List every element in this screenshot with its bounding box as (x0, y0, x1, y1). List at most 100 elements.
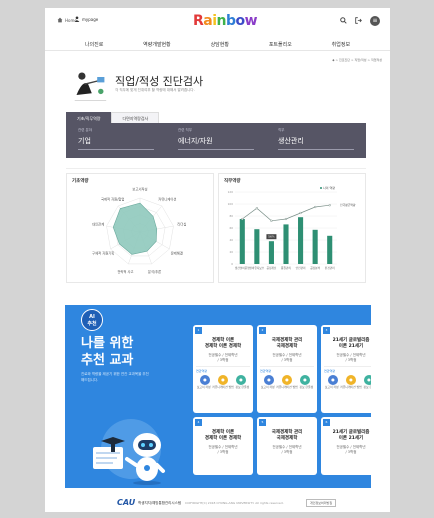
footer-logo: CAU (117, 498, 136, 507)
average-point (328, 204, 331, 207)
competency-label: 커뮤니케이션 방법 (340, 385, 362, 389)
search-icon[interactable] (340, 16, 347, 26)
logo-letter: b (226, 13, 236, 29)
nav-item[interactable]: 역량개발현황 (143, 39, 171, 50)
x-tick-label: 품질관리 (281, 266, 291, 270)
radar-axis-label: 리더십 (177, 222, 186, 227)
course-card[interactable]: 3 21세기 글로벌리즘 이론 21세기 전공필수 / 전제학년 / 3학점 연관역량… (321, 325, 371, 413)
nav-item[interactable]: 상담현황 (211, 39, 229, 50)
person-illustration (74, 72, 107, 101)
bar (239, 219, 245, 264)
field-value: 에너지/자원 (178, 136, 254, 150)
course-card[interactable]: 6 21세기 글로벌리즘 이론 21세기 전공필수 / 전제학년 / 3학점 (321, 417, 371, 475)
card-subtitle: 전공필수 / 전제학년 / 3학점 (272, 445, 302, 454)
banner-title: 나를 위한 추천 교과 (81, 335, 133, 369)
x-tick-label: 공정개선 (266, 266, 276, 270)
card-related-label: 연관역량 (260, 366, 314, 373)
field-job[interactable]: 직무 생산관리 (266, 126, 366, 150)
card-subtitle: 전공필수 / 전제학년 / 3학점 (208, 353, 238, 362)
nav-item[interactable]: 포트폴리오 (269, 39, 292, 50)
course-card[interactable]: 5 국제경제학 관리 국제경제학 전공필수 / 전제학년 / 3학점 (257, 417, 317, 475)
card-related-label: 연관역량 (324, 366, 371, 373)
average-point (299, 211, 302, 215)
logo-letter: R (193, 13, 204, 29)
tab-multi-competency[interactable]: 다면지역량검사 (111, 112, 160, 123)
y-tick-label: 0 (231, 262, 233, 266)
logo-letter: o (235, 13, 246, 29)
page-subtitle: 각 직무에 맞게 진취여부 할 역량에 대해서 알려줍니다. (115, 88, 195, 92)
competency-icon: ● (300, 375, 310, 385)
page-title: 직업/적성 진단검사 (115, 75, 204, 88)
radar-axis-label: 보고서작성 (132, 187, 147, 192)
ai-badge-line1: AI (89, 314, 95, 320)
competency-icon: ● (200, 375, 210, 385)
menu-icon[interactable]: ≡ (370, 16, 380, 26)
tab-bar: 기초/직무역량 다면지역량검사 (66, 112, 160, 123)
mypage-label: mypage (82, 16, 99, 22)
page-frame: Home mypage Rainbow ≡ 나의진로 역량개발현황 상담현황 포… (45, 8, 390, 512)
footer: CAU 학생지지/예방통합관리시스템 COPYRIGHT(C) 2018 CHU… (45, 494, 390, 512)
home-icon (57, 17, 63, 23)
y-tick-label: 120 (228, 190, 234, 194)
field-label: 직무 (278, 128, 285, 132)
course-card[interactable]: 1 경제학 이론 경제학 이론 경제학 전공필수 / 전제학년 / 3학점 연관역량 ●… (193, 325, 253, 413)
radar-axis-label: 분석/추론 (148, 269, 161, 274)
radar-axis-label: 커뮤니케이션 (158, 196, 176, 201)
card-number: 6 (323, 419, 330, 426)
card-title: 국제경제학 관리 국제경제학 (271, 430, 303, 441)
ai-badge-line2: 추천 (87, 321, 97, 327)
bar-chart-box: 직무역량 0 20 40 60 80 100 120 생산설비운영 설비유지보수 공정개선 품질관리… (218, 173, 366, 283)
competency-icon: ● (282, 375, 292, 385)
filter-fields: 관련 분야 기업 관련 직무 에너지/자원 직무 생산관리 (66, 126, 366, 150)
bar (298, 217, 304, 264)
radar-chart: 보고서작성커뮤니케이션리더십문제해결분석/추론 전략적 사고 구체적 자원기획 대인관… (92, 187, 186, 274)
competency-label: 정보 한줄성 (235, 385, 250, 389)
tab-basic-competency[interactable]: 기초/직무역량 (66, 112, 112, 123)
footer-copyright: COPYRIGHT(C) 2018 CHUNG-ANG UNIVERSITY. … (185, 501, 284, 505)
card-subtitle: 전공필수 / 전제학년 / 3학점 (336, 353, 366, 362)
bar (268, 241, 274, 264)
y-tick-label: 80 (229, 214, 233, 218)
charts-area: 기초역량 보고서작성 커뮤니케이션 리더십 문제해결 분석/추론 전략적 사고 구체적 자원… (66, 168, 366, 286)
x-tick-label: 설비유지보수 (249, 266, 264, 270)
logout-icon[interactable] (355, 16, 362, 26)
average-point (255, 207, 259, 210)
footer-system-name: 학생지지/예방통합관리시스템 (138, 501, 182, 505)
rainbow-logo[interactable]: Rainbow (193, 13, 258, 29)
competency-label: 보고서 작성 (260, 385, 275, 389)
user-icon (74, 16, 80, 22)
x-tick-label: 생산설비운영 (235, 266, 250, 270)
field-job-group[interactable]: 관련 직무 에너지/자원 (166, 126, 266, 150)
competency-icon: ● (218, 375, 228, 385)
breadcrumb: ◆ > 진로진단 > 직업/적성 > 직업적성 (332, 58, 382, 62)
banner-title-line1: 나를 위한 (81, 336, 134, 351)
bar-chart: 0 20 40 60 80 100 120 생산설비운영 설비유지보수 공정개선 품질관리 안전관리 공… (228, 185, 356, 270)
bar (312, 229, 318, 264)
competency-icon: ● (236, 375, 246, 385)
competency-label: 보고서 작성 (196, 385, 211, 389)
card-subtitle: 전공필수 / 전제학년 / 3학점 (272, 353, 302, 362)
competency-label: 보고서 작성 (324, 385, 339, 389)
course-card[interactable]: 4 경제학 이론 경제학 이론 경제학 전공필수 / 전제학년 / 3학점 (193, 417, 253, 475)
average-point (270, 219, 273, 222)
average-point (313, 205, 317, 209)
privacy-button[interactable]: 개인정보처리방침 (306, 499, 337, 507)
card-title: 국제경제학 관리 국제경제학 (271, 338, 303, 349)
radar-chart-box: 기초역량 보고서작성 커뮤니케이션 리더십 문제해결 분석/추론 전략적 사고 구체적 자원… (66, 173, 214, 283)
x-tick-label: 안전관리 (296, 266, 306, 270)
field-area[interactable]: 관련 분야 기업 (66, 126, 166, 150)
mypage-link[interactable]: mypage (74, 16, 98, 22)
recommend-banner: AI 추천 나를 위한 추천 교과 진로와 역량을 제공기 위한 연관 교과목을… (65, 305, 371, 488)
course-card[interactable]: 2 국제경제학 관리 국제경제학 전공필수 / 전제학년 / 3학점 연관역량 ● ● ● 보… (257, 325, 317, 413)
nav-item[interactable]: 취업정보 (332, 39, 350, 50)
competency-label: 정보 한줄성 (363, 385, 371, 389)
nav-item[interactable]: 나의진로 (85, 39, 103, 50)
banner-title-line2: 추천 교과 (81, 353, 134, 368)
legend-marker (320, 187, 322, 189)
radar-axis-label: 구체적 자원기획 (92, 250, 114, 255)
field-label: 관련 직무 (178, 128, 192, 132)
card-title: 경제학 이론 경제학 이론 경제학 (204, 430, 242, 441)
x-tick-label: 환경관리 (325, 266, 335, 270)
competency-icon: ● (264, 375, 274, 385)
field-value: 기업 (78, 136, 154, 150)
